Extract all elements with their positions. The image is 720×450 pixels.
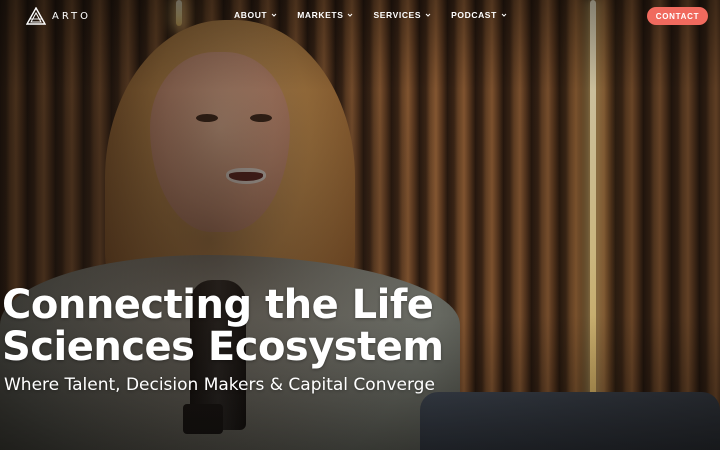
chevron-down-icon — [348, 13, 353, 17]
chevron-down-icon — [425, 13, 431, 17]
menu-item-label: ABOUT — [234, 10, 268, 20]
brand-name: ARTO — [52, 10, 92, 22]
logo-link[interactable]: ARTO — [26, 7, 91, 25]
hero-headline-line: Connecting the Life — [2, 282, 434, 328]
arto-logo-icon — [26, 7, 46, 25]
menu-item-label: SERVICES — [373, 10, 422, 20]
chevron-down-icon — [271, 13, 277, 17]
menu-item-label: MARKETS — [297, 10, 344, 20]
hero-subheadline: Where Talent, Decision Makers & Capital … — [4, 375, 435, 395]
hero-headline-line: Sciences Ecosystem — [2, 324, 444, 370]
menu-item-services[interactable]: SERVICES — [373, 10, 431, 20]
menu-item-podcast[interactable]: PODCAST — [451, 10, 507, 20]
main-menu: ABOUT MARKETS SERVICES PODCAST — [234, 10, 507, 20]
chevron-down-icon — [501, 13, 507, 17]
top-navigation: ARTO ABOUT MARKETS SERVICES PODCAST CONT… — [0, 0, 720, 34]
menu-item-markets[interactable]: MARKETS — [297, 10, 353, 20]
hero-headline: Connecting the Life Sciences Ecosystem — [2, 284, 462, 368]
menu-item-about[interactable]: ABOUT — [234, 10, 277, 20]
contact-button[interactable]: CONTACT — [647, 7, 708, 25]
menu-item-label: PODCAST — [451, 10, 497, 20]
